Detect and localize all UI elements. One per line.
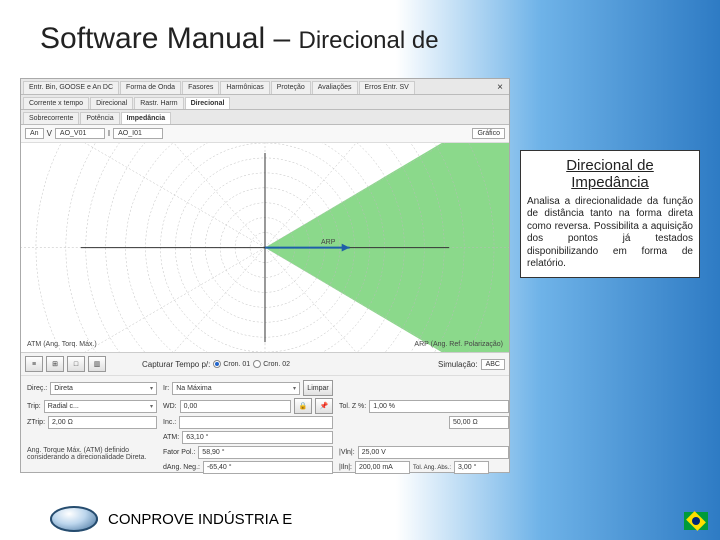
field-atm[interactable]: 63,10 ° xyxy=(182,431,333,444)
field-fatorpol[interactable]: 58,90 ° xyxy=(198,446,333,459)
atm-note: Ang. Torque Máx. (ATM) definido consider… xyxy=(27,445,157,461)
chart-atm-label: ATM (Ang. Torq. Máx.) xyxy=(27,341,97,348)
company-logo xyxy=(50,506,98,532)
page-title: Software Manual – Direcional de xyxy=(40,22,439,56)
lbl-direc: Direç.: xyxy=(27,385,47,392)
lbl-vln: |Vln|: xyxy=(339,449,355,456)
callout-title: Direcional de Impedância xyxy=(527,157,693,192)
field-direc[interactable]: Direta xyxy=(50,382,157,395)
field-vln[interactable]: 25,00 V xyxy=(358,446,509,459)
chart-arp-axis: ARP (Ang. Ref. Polarização) xyxy=(414,341,503,348)
field-ohm[interactable]: 50,00 Ω xyxy=(449,416,509,429)
close-icon[interactable]: × xyxy=(493,81,507,94)
params-grid: Direç.: Direta Ir: Na Máxima Limpar Trip… xyxy=(21,376,509,478)
lbl-ir: Ir: xyxy=(163,385,169,392)
tab-mid-3[interactable]: Direcional xyxy=(185,97,231,109)
sim-select[interactable]: ABC xyxy=(481,359,505,370)
btn-limpar[interactable]: Limpar xyxy=(303,380,333,396)
app-window: Entr. Bin, GOOSE e An DC Forma de Onda F… xyxy=(20,78,510,473)
field-iln[interactable]: 200,00 mA xyxy=(355,461,410,474)
title-small: Direcional de xyxy=(298,27,438,54)
field-ztrip[interactable]: 2,00 Ω xyxy=(48,416,157,429)
sel-v-chan[interactable]: AO_V01 xyxy=(55,128,105,139)
tab-top-2[interactable]: Fasores xyxy=(182,81,219,94)
tab-mid-1[interactable]: Direcional xyxy=(90,97,133,109)
tab-top-6[interactable]: Erros Entr. SV xyxy=(359,81,415,94)
tab-top-4[interactable]: Proteção xyxy=(271,81,311,94)
lbl-tolz: Tol. Z %: xyxy=(339,403,366,410)
title-main: Software Manual – xyxy=(40,22,298,55)
radio-dot-icon xyxy=(213,360,221,368)
label-i: I xyxy=(108,129,110,138)
polar-chart-svg xyxy=(21,143,509,352)
radio-dot-icon xyxy=(253,360,261,368)
capture-label: Capturar Tempo p/: xyxy=(142,360,210,369)
field-tolang[interactable]: 3,00 ° xyxy=(454,461,489,474)
tab-top-1[interactable]: Forma de Onda xyxy=(120,81,181,94)
tab-bot-1[interactable]: Potência xyxy=(80,112,119,124)
field-dang[interactable]: -65,40 ° xyxy=(203,461,333,474)
lbl-tolang: Tol. Ang. Abs.: xyxy=(413,465,451,471)
tab-top-3[interactable]: Harmônicas xyxy=(220,81,269,94)
tool-btn-3[interactable]: ▥ xyxy=(88,356,106,372)
field-wd[interactable]: 0,00 xyxy=(180,400,291,413)
tool-btn-0[interactable]: ≡ xyxy=(25,356,43,372)
sel-an[interactable]: An xyxy=(25,128,44,139)
radio-cron01[interactable]: Cron. 01 xyxy=(213,360,250,368)
field-inc[interactable] xyxy=(179,416,333,429)
toolbar-row: ≡ ⊞ □ ▥ Capturar Tempo p/: Cron. 01 Cron… xyxy=(21,353,509,376)
tab-top-0[interactable]: Entr. Bin, GOOSE e An DC xyxy=(23,81,119,94)
lock-icon[interactable]: 🔒 xyxy=(294,398,312,414)
lbl-iln: |Iln|: xyxy=(339,464,352,471)
tool-btn-2[interactable]: □ xyxy=(67,356,85,372)
tab-bot-2[interactable]: Impedância xyxy=(121,112,172,124)
chart-arp-label: ARP xyxy=(321,239,335,246)
lbl-atm: ATM: xyxy=(163,434,179,441)
callout-box: Direcional de Impedância Analisa a direc… xyxy=(520,150,700,278)
lbl-inc: Inc.: xyxy=(163,419,176,426)
field-tolz[interactable]: 1,00 % xyxy=(369,400,509,413)
tool-btn-1[interactable]: ⊞ xyxy=(46,356,64,372)
lbl-trip: Trip: xyxy=(27,403,41,410)
sim-label: Simulação: xyxy=(438,360,478,369)
tab-mid-0[interactable]: Corrente x tempo xyxy=(23,97,89,109)
lbl-fatorpol: Fator Pol.: xyxy=(163,449,195,456)
sel-view[interactable]: Gráfico xyxy=(472,128,505,139)
footer-text: CONPROVE INDÚSTRIA E xyxy=(108,511,292,528)
polar-chart: ARP ATM (Ang. Torq. Máx.) ARP (Ang. Ref.… xyxy=(21,143,509,353)
label-v: V xyxy=(47,129,52,138)
radio-cron02[interactable]: Cron. 02 xyxy=(253,360,290,368)
brazil-flag-icon xyxy=(684,512,708,530)
tab-row-top: Entr. Bin, GOOSE e An DC Forma de Onda F… xyxy=(21,79,509,95)
tab-row-bot: Sobrecorrente Potência Impedância xyxy=(21,110,509,125)
lbl-ztrip: ZTrip: xyxy=(27,419,45,426)
field-ir[interactable]: Na Máxima xyxy=(172,382,300,395)
field-trip[interactable]: Radial c... xyxy=(44,400,157,413)
tab-row-mid: Corrente x tempo Direcional Rastr. Harm … xyxy=(21,95,509,110)
lbl-wd: WD: xyxy=(163,403,177,410)
tab-top-5[interactable]: Avaliações xyxy=(312,81,358,94)
selector-row: An V AO_V01 I AO_I01 Gráfico xyxy=(21,125,509,143)
tab-bot-0[interactable]: Sobrecorrente xyxy=(23,112,79,124)
sel-i-chan[interactable]: AO_I01 xyxy=(113,128,163,139)
tab-mid-2[interactable]: Rastr. Harm xyxy=(134,97,183,109)
callout-body: Analisa a direcionalidade da função de d… xyxy=(527,196,693,271)
pin-icon[interactable]: 📌 xyxy=(315,398,333,414)
lbl-dang: dAng. Neg.: xyxy=(163,464,200,471)
